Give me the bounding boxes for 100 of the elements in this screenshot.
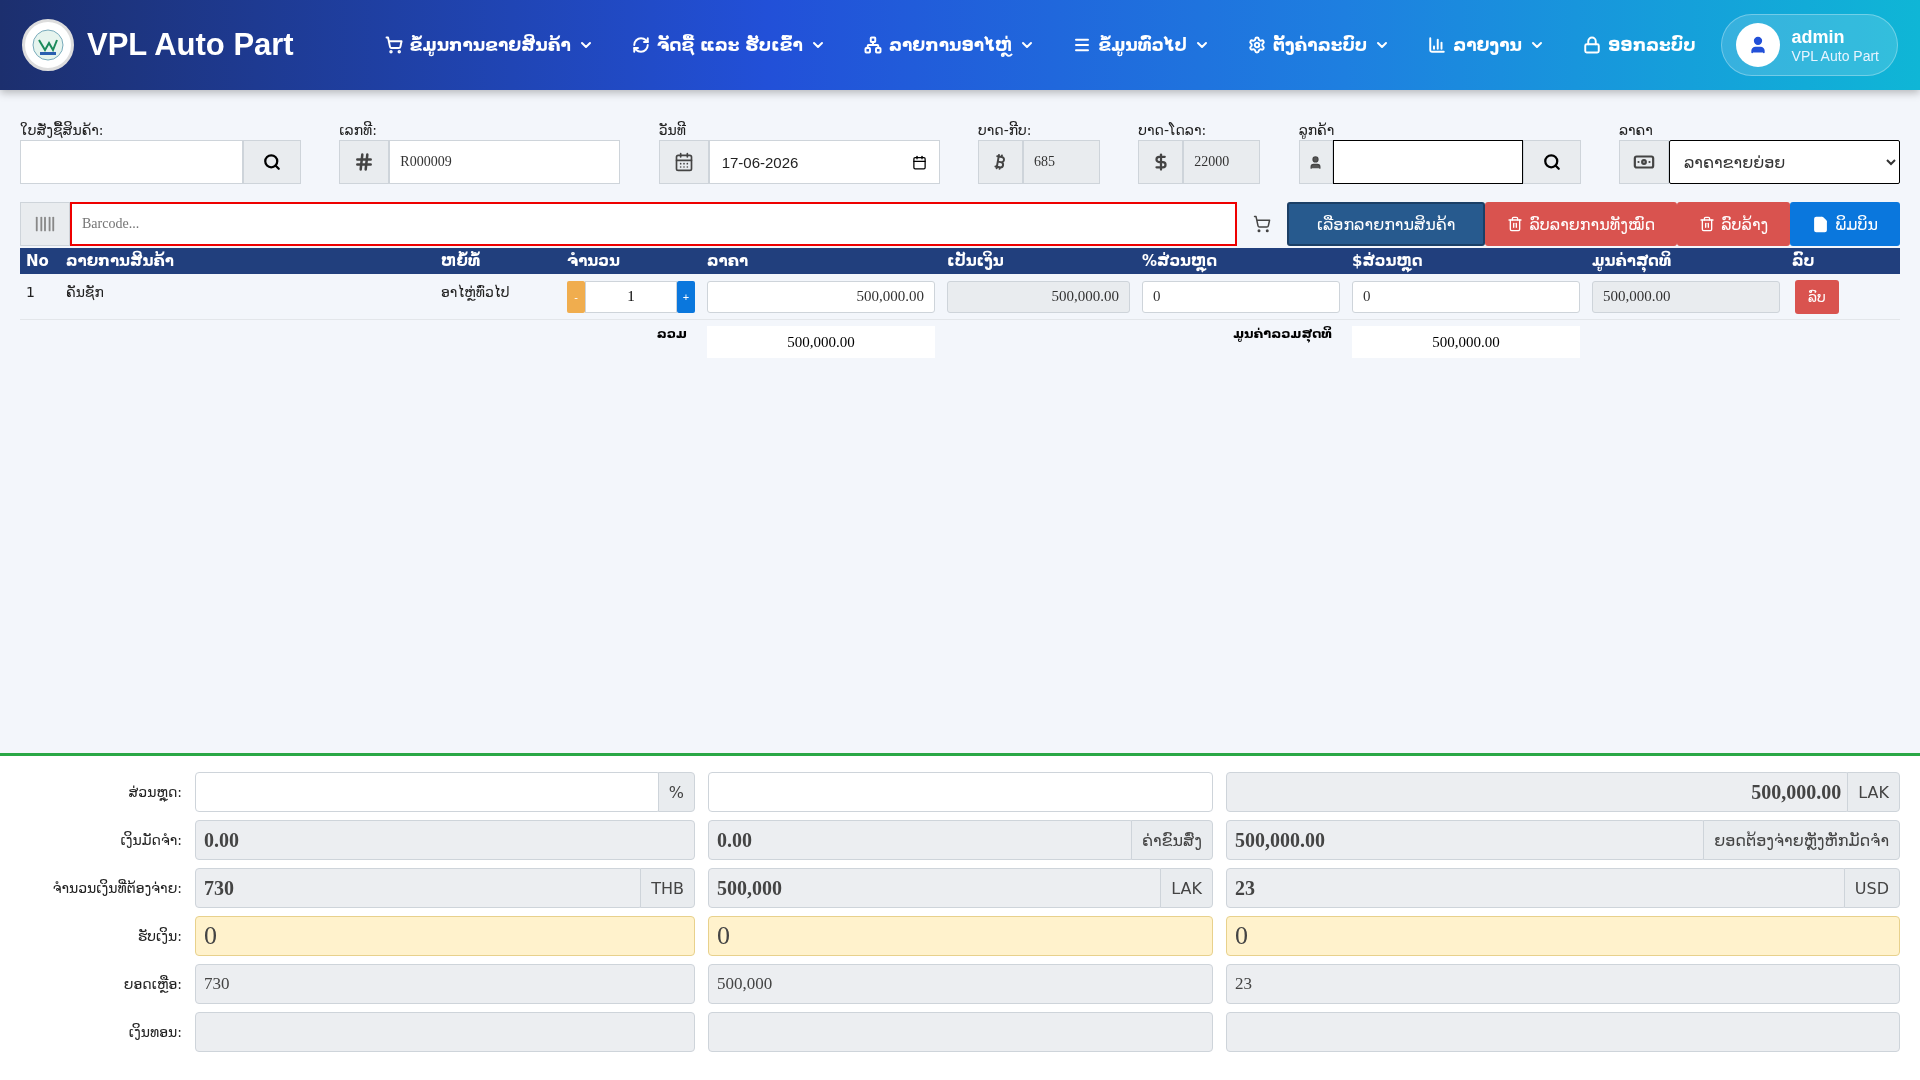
sitemap-icon bbox=[863, 36, 882, 54]
payment-field[interactable]: 0.00 bbox=[708, 820, 1134, 860]
nav-menu-item[interactable]: ຕັ້ງຄ່າລະບົບ bbox=[1228, 35, 1410, 55]
amount-field: 500,000.00 bbox=[947, 280, 1130, 313]
menu-icon bbox=[1073, 36, 1092, 54]
rate-input[interactable]: 22000 bbox=[1183, 140, 1261, 184]
nav-menu-item[interactable]: ຂໍ້ມູນທົ່ວໄປ bbox=[1054, 35, 1229, 55]
toolbar-button[interactable]: ລົບລາຍການທັງໝົດ bbox=[1485, 202, 1678, 246]
payment-label: ສ່ວນຫຼຸດ: bbox=[127, 784, 182, 800]
payment-field[interactable] bbox=[708, 1012, 1213, 1052]
field-addon: ຄ່າຂົນສົ່ງ bbox=[1130, 820, 1213, 860]
payment-field[interactable]: 500,000 bbox=[708, 868, 1164, 908]
increase-button[interactable]: + bbox=[677, 280, 695, 313]
settings-icon bbox=[1247, 36, 1266, 54]
rate-input[interactable]: 685 bbox=[1023, 140, 1100, 184]
cart-icon bbox=[384, 36, 403, 54]
field-addon: % bbox=[657, 772, 695, 812]
field-label: ເລກທີ: bbox=[339, 122, 378, 140]
column-header: ເປັນເງິນ bbox=[946, 252, 1005, 270]
field-addon: THB bbox=[640, 868, 695, 908]
user-avatar-icon bbox=[1735, 23, 1780, 67]
column-header: ລາຍການສິນຄ້າ bbox=[65, 252, 175, 270]
table-cell-text: 1 bbox=[25, 283, 36, 300]
search-icon bbox=[1542, 153, 1561, 171]
trash-icon bbox=[1507, 216, 1524, 232]
logo-icon bbox=[22, 19, 74, 71]
toolbar-button[interactable]: ເລືອກລາຍການສິນຄ້າ bbox=[1286, 202, 1486, 246]
nav-menu-item[interactable]: ລາຍງານ bbox=[1409, 35, 1564, 55]
barcode-input[interactable]: Barcode... bbox=[70, 202, 1237, 246]
field-label: ລູກຄ້າ bbox=[1298, 122, 1336, 140]
payment-label: ຈຳນວນເງິນທີ່ຕ້ອງຈ່າຍ: bbox=[51, 880, 182, 896]
payment-field[interactable]: 730 bbox=[195, 868, 644, 908]
dollar-icon bbox=[1138, 140, 1184, 184]
nav-menu-item[interactable]: ຈັດຊື້ ແລະ ຮັບເຂົ້າ bbox=[612, 35, 845, 55]
number-input[interactable]: R000009 bbox=[389, 140, 621, 184]
payment-field[interactable]: 0 bbox=[1226, 916, 1900, 956]
field-addon: LAK bbox=[1847, 772, 1900, 812]
calendar-picker-icon bbox=[911, 154, 927, 170]
payment-field[interactable]: 730 bbox=[195, 964, 695, 1004]
net-total-label: ມູນຄ່າລວມສຸດທິ bbox=[1232, 325, 1333, 341]
payment-label: ຮັບເງິນ: bbox=[136, 928, 182, 944]
baht-icon bbox=[978, 140, 1023, 184]
nav-menu-item[interactable]: ລາຍການອາໄຫຼ່ bbox=[844, 35, 1055, 55]
barcode-icon bbox=[20, 202, 70, 246]
payment-field[interactable]: 0 bbox=[195, 916, 695, 956]
user-name: admin bbox=[1791, 26, 1846, 48]
sum-label: ລວມ bbox=[655, 325, 688, 341]
document-icon bbox=[1812, 215, 1830, 233]
toolbar-button[interactable]: ພິມບິນ bbox=[1790, 202, 1900, 246]
payment-field[interactable] bbox=[708, 772, 1213, 812]
net-total-field: 500,000.00 bbox=[1592, 280, 1780, 313]
payment-field[interactable]: 0.00 bbox=[195, 820, 695, 860]
brand-title: VPL Auto Part bbox=[87, 27, 294, 63]
field-label: ບາດ-ໂດລາ: bbox=[1138, 122, 1208, 140]
search-button[interactable] bbox=[243, 140, 301, 184]
search-button[interactable] bbox=[1522, 140, 1581, 184]
calendar-icon bbox=[658, 140, 709, 184]
field-addon: USD bbox=[1843, 868, 1900, 908]
user-company: VPL Auto Part bbox=[1791, 47, 1879, 64]
field-label: ໃບສັ່ງຊື້ສິນຄ້າ: bbox=[20, 122, 105, 140]
net-total-value: 500,000.00 bbox=[1352, 326, 1580, 358]
column-header: ລາຄາ bbox=[706, 252, 750, 270]
payment-field[interactable] bbox=[1226, 1012, 1900, 1052]
column-header: ມູນຄ່າສຸດທິ bbox=[1591, 252, 1673, 270]
payment-field[interactable]: 500,000.00 bbox=[1226, 772, 1851, 812]
field-label: ລາຄາ bbox=[1618, 122, 1654, 140]
price-select[interactable]: ລາຄາຂາຍຍ່ອຍ bbox=[1668, 140, 1900, 184]
delete-button[interactable]: ລົບ bbox=[1795, 279, 1839, 314]
trash-icon bbox=[1699, 216, 1716, 232]
payment-label: ຍອດເຫຼືອ: bbox=[122, 976, 182, 992]
percent-discount-input[interactable]: 0 bbox=[1142, 280, 1340, 313]
toolbar-button[interactable]: ລົບລ້າງ bbox=[1677, 202, 1791, 246]
hash-icon bbox=[339, 140, 390, 184]
payment-field[interactable]: 500,000.00 bbox=[1226, 820, 1707, 860]
sum-value: 500,000.00 bbox=[707, 326, 935, 358]
refresh-icon bbox=[631, 36, 650, 54]
payment-label: ເງິນທອນ: bbox=[127, 1024, 182, 1040]
nav-menu-item[interactable]: ຂໍ້ມູນການຂາຍສິນຄ້າ bbox=[365, 35, 613, 55]
payment-field[interactable]: 23 bbox=[1226, 964, 1900, 1004]
person-icon bbox=[1298, 140, 1333, 184]
price-input[interactable]: 500,000.00 bbox=[707, 280, 935, 313]
payment-field[interactable] bbox=[195, 1012, 695, 1052]
order-input[interactable] bbox=[20, 140, 243, 184]
payment-field[interactable]: 500,000 bbox=[708, 964, 1213, 1004]
payment-field[interactable]: 0 bbox=[708, 916, 1213, 956]
amount-discount-input[interactable]: 0 bbox=[1352, 280, 1580, 313]
chart-icon bbox=[1428, 36, 1447, 54]
lock-icon bbox=[1583, 36, 1601, 54]
quantity-input[interactable]: 1 bbox=[585, 280, 677, 313]
payment-field[interactable]: 23 bbox=[1226, 868, 1847, 908]
field-addon: ຍອດຕ້ອງຈ່າຍຫຼັງຫັກມັດຈຳ bbox=[1703, 820, 1900, 860]
payment-label: ເງິນມັດຈຳ: bbox=[119, 832, 182, 848]
field-label: ບາດ-ກີບ: bbox=[978, 122, 1033, 140]
date-input[interactable]: 17-06-2026 bbox=[708, 140, 940, 184]
column-header: ຈຳນວນ bbox=[566, 252, 621, 270]
banknote-icon bbox=[1618, 140, 1669, 184]
field-label: ວັນທີ bbox=[658, 122, 687, 140]
customer-input[interactable] bbox=[1332, 140, 1523, 184]
payment-field[interactable] bbox=[195, 772, 661, 812]
column-header: ລົບ bbox=[1791, 252, 1816, 270]
